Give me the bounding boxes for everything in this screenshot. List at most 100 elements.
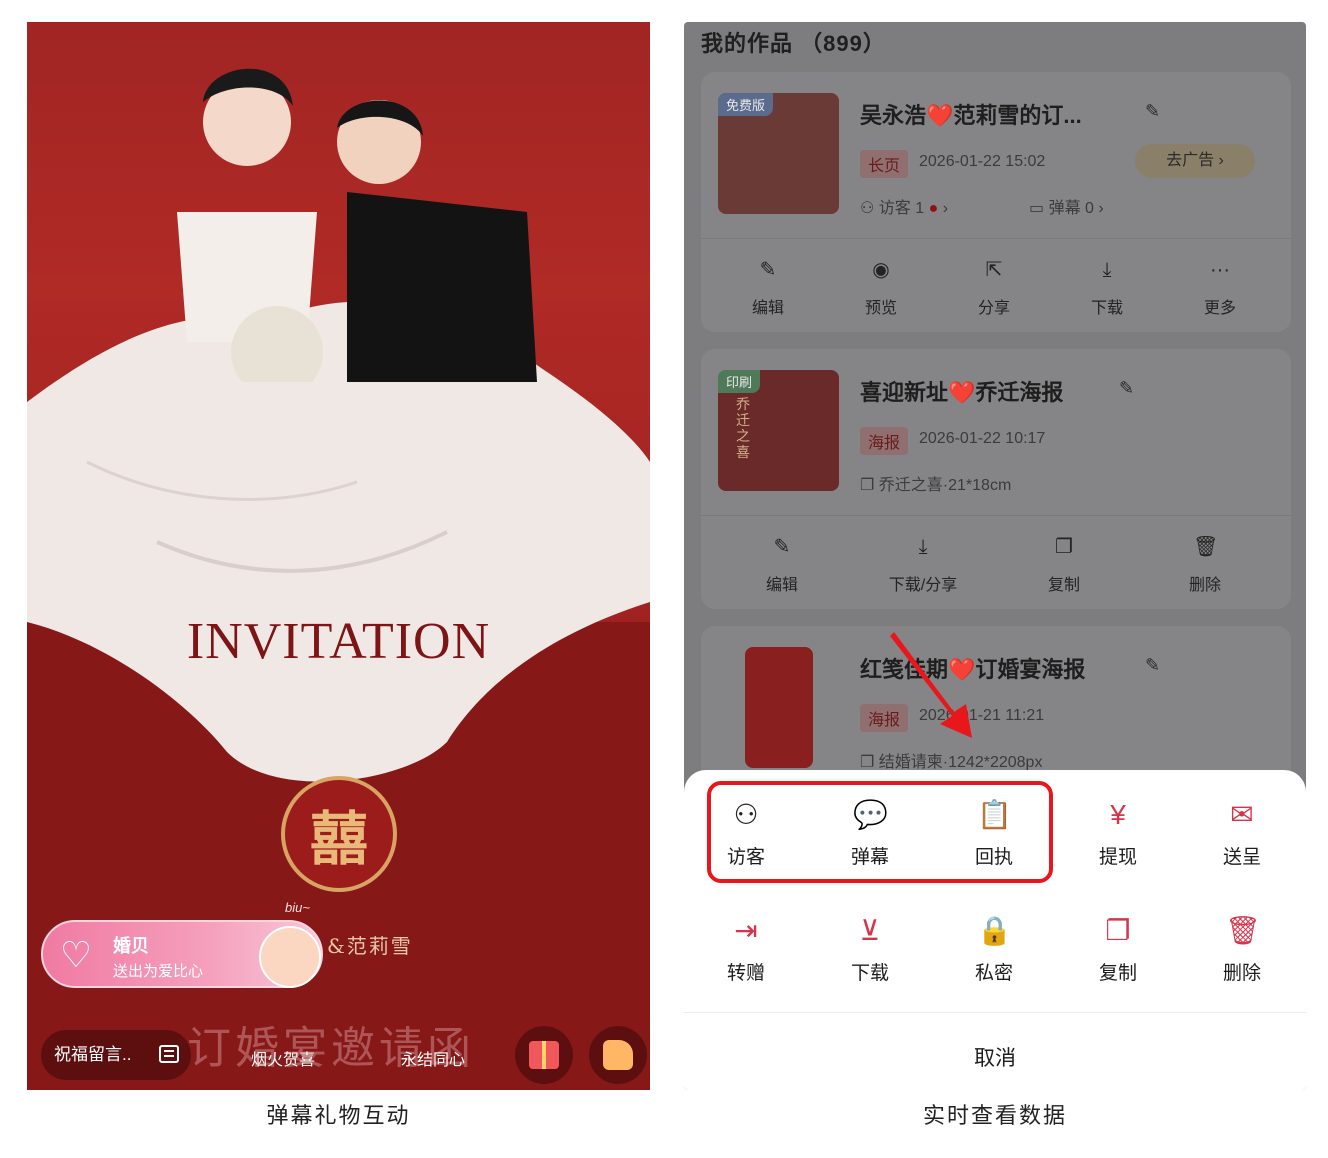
copy-icon: ❐: [1105, 915, 1131, 946]
eye-icon: ◉: [872, 259, 890, 281]
message-button[interactable]: 祝福留言..: [41, 1030, 191, 1080]
free-badge: 免费版: [718, 93, 774, 116]
trash-icon: 🗑: [1193, 536, 1219, 558]
heart-icon: ♡: [59, 934, 93, 975]
sheet-send[interactable]: ✉ 送呈: [1192, 798, 1292, 869]
copy-icon: ❐: [860, 754, 875, 771]
work-card[interactable]: 印刷 乔迁之喜 喜迎新址❤️乔迁海报 ✎ 海报 2026-01-22 10:17…: [701, 349, 1291, 609]
download-icon: ⊻: [859, 915, 881, 946]
card-divider: [701, 515, 1291, 516]
sheet-withdraw-label: 提现: [1098, 847, 1137, 868]
download-share-button[interactable]: ⤓ 下载/分享: [878, 535, 968, 595]
more-label: 更多: [1203, 300, 1236, 317]
thumb-text: 乔迁之喜: [736, 396, 750, 460]
trash-icon: 🗑: [1225, 915, 1261, 946]
work-type-badge: 长页: [860, 150, 909, 178]
work-title: 吴永浩❤️范莉雪的订...: [860, 103, 1082, 128]
work-thumbnail: 印刷 乔迁之喜: [718, 370, 839, 491]
pencil-icon[interactable]: ✎: [1145, 656, 1163, 674]
danmaku-count[interactable]: ▭ 弹幕 0 ›: [1029, 194, 1104, 218]
work-spec: ❐ 乔迁之喜·21*18cm: [860, 471, 1011, 495]
work-card[interactable]: 免费版 吴永浩❤️范莉雪的订... ✎ 长页 2026-01-22 15:02 …: [701, 72, 1291, 332]
invitation-heading: INVITATION: [186, 613, 491, 670]
new-dot-icon: ●: [928, 200, 939, 217]
copy-icon: ❐: [1055, 536, 1073, 558]
remove-ad-button[interactable]: 去广告 ›: [1135, 144, 1255, 178]
screenshot-frame: INVITATION 囍 biu~ &范莉雪 ♡ 婚贝 送出为爱比心 订婚宴邀请…: [0, 0, 1328, 1158]
sheet-divider: [684, 1012, 1306, 1013]
download-button[interactable]: ⤓ 下载: [1062, 258, 1152, 318]
edit-button[interactable]: ✎ 编辑: [737, 535, 827, 595]
download-icon: ⤓: [1102, 259, 1112, 281]
gift-button[interactable]: [515, 1026, 573, 1084]
preview-button[interactable]: ◉ 预览: [836, 258, 926, 318]
highlight-box: [707, 781, 1053, 883]
delete-label: 删除: [1188, 577, 1221, 594]
sheet-copy-label: 复制: [1098, 963, 1137, 984]
delete-button[interactable]: 🗑 删除: [1160, 535, 1250, 595]
gift-icon: [529, 1041, 559, 1069]
right-caption: 实时查看数据: [922, 1103, 1067, 1128]
sheet-download-label: 下载: [850, 963, 889, 984]
message-button-label: 祝福留言..: [54, 1045, 132, 1064]
biu-text: biu~: [285, 900, 310, 915]
copy-label: 复制: [1047, 577, 1080, 594]
work-date: 2026-01-21 11:21: [919, 707, 1045, 724]
card-divider: [701, 238, 1291, 239]
preview-label: 预览: [864, 300, 897, 317]
thumbs-up-icon: [603, 1040, 633, 1070]
work-spec: ❐ 结婚请柬·1242*2208px: [860, 748, 1042, 772]
gift-pill-title: 婚贝: [113, 936, 149, 956]
work-spec-label: 结婚请柬·1242*2208px: [878, 754, 1043, 771]
edit-button[interactable]: ✎ 编辑: [723, 258, 813, 318]
gift-tag-fireworks[interactable]: 烟火贺喜: [251, 1046, 315, 1070]
danmaku-label: 弹幕 0: [1048, 200, 1094, 217]
sheet-private[interactable]: 🔒 私密: [944, 914, 1044, 985]
double-happiness-emblem: 囍: [281, 776, 397, 892]
remove-ad-label: 去广告: [1166, 152, 1215, 169]
like-button[interactable]: [589, 1026, 647, 1084]
pencil-icon[interactable]: ✎: [1145, 102, 1163, 120]
invitation-preview: INVITATION 囍 biu~ &范莉雪 ♡ 婚贝 送出为爱比心 订婚宴邀请…: [27, 22, 650, 1090]
more-icon: ···: [1210, 259, 1230, 281]
edit-label: 编辑: [765, 577, 798, 594]
gift-pill[interactable]: ♡ 婚贝 送出为爱比心: [41, 920, 323, 988]
download-icon: ⤓: [918, 536, 928, 558]
couple-names: &范莉雪: [327, 934, 413, 958]
work-title: 红笺佳期❤️订婚宴海报: [860, 657, 1086, 682]
pencil-icon: ✎: [773, 536, 791, 558]
edit-label: 编辑: [751, 300, 784, 317]
copy-button[interactable]: ❐ 复制: [1019, 535, 1109, 595]
work-date: 2026-01-22 10:17: [919, 430, 1046, 447]
envelope-icon: ✉: [1230, 799, 1254, 830]
work-spec-label: 乔迁之喜·21*18cm: [878, 477, 1012, 494]
print-badge: 印刷: [718, 370, 761, 393]
danmaku-icon: ▭: [1029, 200, 1045, 217]
sheet-transfer[interactable]: ⇥ 转赠: [696, 914, 796, 985]
download-label: 下载: [1090, 300, 1123, 317]
sheet-private-label: 私密: [974, 963, 1013, 984]
share-icon: ⇱: [985, 259, 1003, 281]
yuan-icon: ¥: [1110, 799, 1126, 830]
sheet-download[interactable]: ⊻ 下载: [820, 914, 920, 985]
couple-figures: [177, 68, 537, 382]
sheet-transfer-label: 转赠: [726, 963, 765, 984]
cancel-button[interactable]: 取消: [684, 1042, 1306, 1072]
sheet-delete-label: 删除: [1222, 963, 1261, 984]
work-title: 喜迎新址❤️乔迁海报: [860, 380, 1064, 405]
interaction-bar: 祝福留言.. 烟火贺喜 永结同心: [41, 1026, 647, 1084]
work-type-badge: 海报: [860, 427, 909, 455]
share-button[interactable]: ⇱ 分享: [949, 258, 1039, 318]
sheet-delete[interactable]: 🗑 删除: [1192, 914, 1292, 985]
visitor-count[interactable]: ⚇ 访客 1 ● ›: [860, 194, 948, 218]
finger-heart-icon: [259, 926, 321, 988]
pencil-icon: ✎: [759, 259, 777, 281]
pencil-icon[interactable]: ✎: [1119, 379, 1137, 397]
sheet-copy[interactable]: ❐ 复制: [1068, 914, 1168, 985]
sheet-withdraw[interactable]: ¥ 提现: [1068, 798, 1168, 869]
transfer-icon: ⇥: [734, 915, 758, 946]
gift-tag-eternal[interactable]: 永结同心: [401, 1046, 465, 1070]
more-button[interactable]: ··· 更多: [1175, 258, 1265, 318]
list-icon: [159, 1045, 179, 1063]
download-share-label: 下载/分享: [888, 577, 958, 594]
